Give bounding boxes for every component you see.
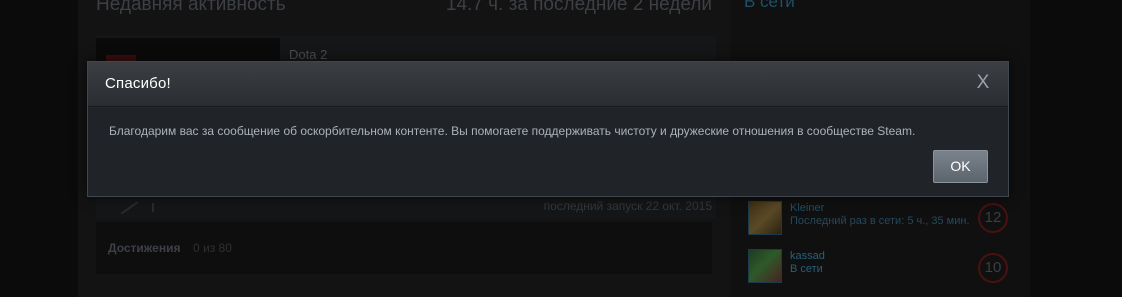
friend-status: В сети <box>790 263 823 275</box>
friend-item[interactable]: Kleiner Последний раз в сети: 5 ч., 35 м… <box>748 200 1008 236</box>
achievements-label: Достижения <box>108 241 181 255</box>
friend-status: Последний раз в сети: 5 ч., 35 мин. <box>790 215 970 227</box>
ok-button[interactable]: OK <box>933 150 988 183</box>
friends-online-title[interactable]: В сети <box>744 0 795 12</box>
last-launch-date: последний запуск 22 окт. 2015 <box>543 199 712 213</box>
avatar[interactable] <box>748 201 782 235</box>
friend-name[interactable]: kassad <box>790 250 825 262</box>
level-badge: 12 <box>978 203 1008 233</box>
friend-item[interactable]: kassad В сети 10 <box>748 248 1008 284</box>
game-art-mark <box>152 203 154 212</box>
recent-activity-title: Недавняя активность <box>96 0 286 15</box>
game-name[interactable]: Dota 2 <box>289 47 327 62</box>
achievements-count: 0 из 80 <box>193 241 232 255</box>
friend-name[interactable]: Kleiner <box>790 202 824 214</box>
dialog-header: Спасибо! X <box>88 62 1008 107</box>
level-badge: 10 <box>978 253 1008 283</box>
recent-hours: 14.7 ч. за последние 2 недели <box>445 0 712 15</box>
dialog-body: Благодарим вас за сообщение об оскорбите… <box>88 108 1008 196</box>
dialog-title: Спасибо! <box>105 75 171 92</box>
close-icon[interactable]: X <box>974 72 992 94</box>
thank-you-dialog: Спасибо! X Благодарим вас за сообщение о… <box>87 61 1009 197</box>
avatar[interactable] <box>748 249 782 283</box>
dialog-message: Благодарим вас за сообщение об оскорбите… <box>109 124 916 138</box>
achievements-box[interactable] <box>96 222 712 274</box>
